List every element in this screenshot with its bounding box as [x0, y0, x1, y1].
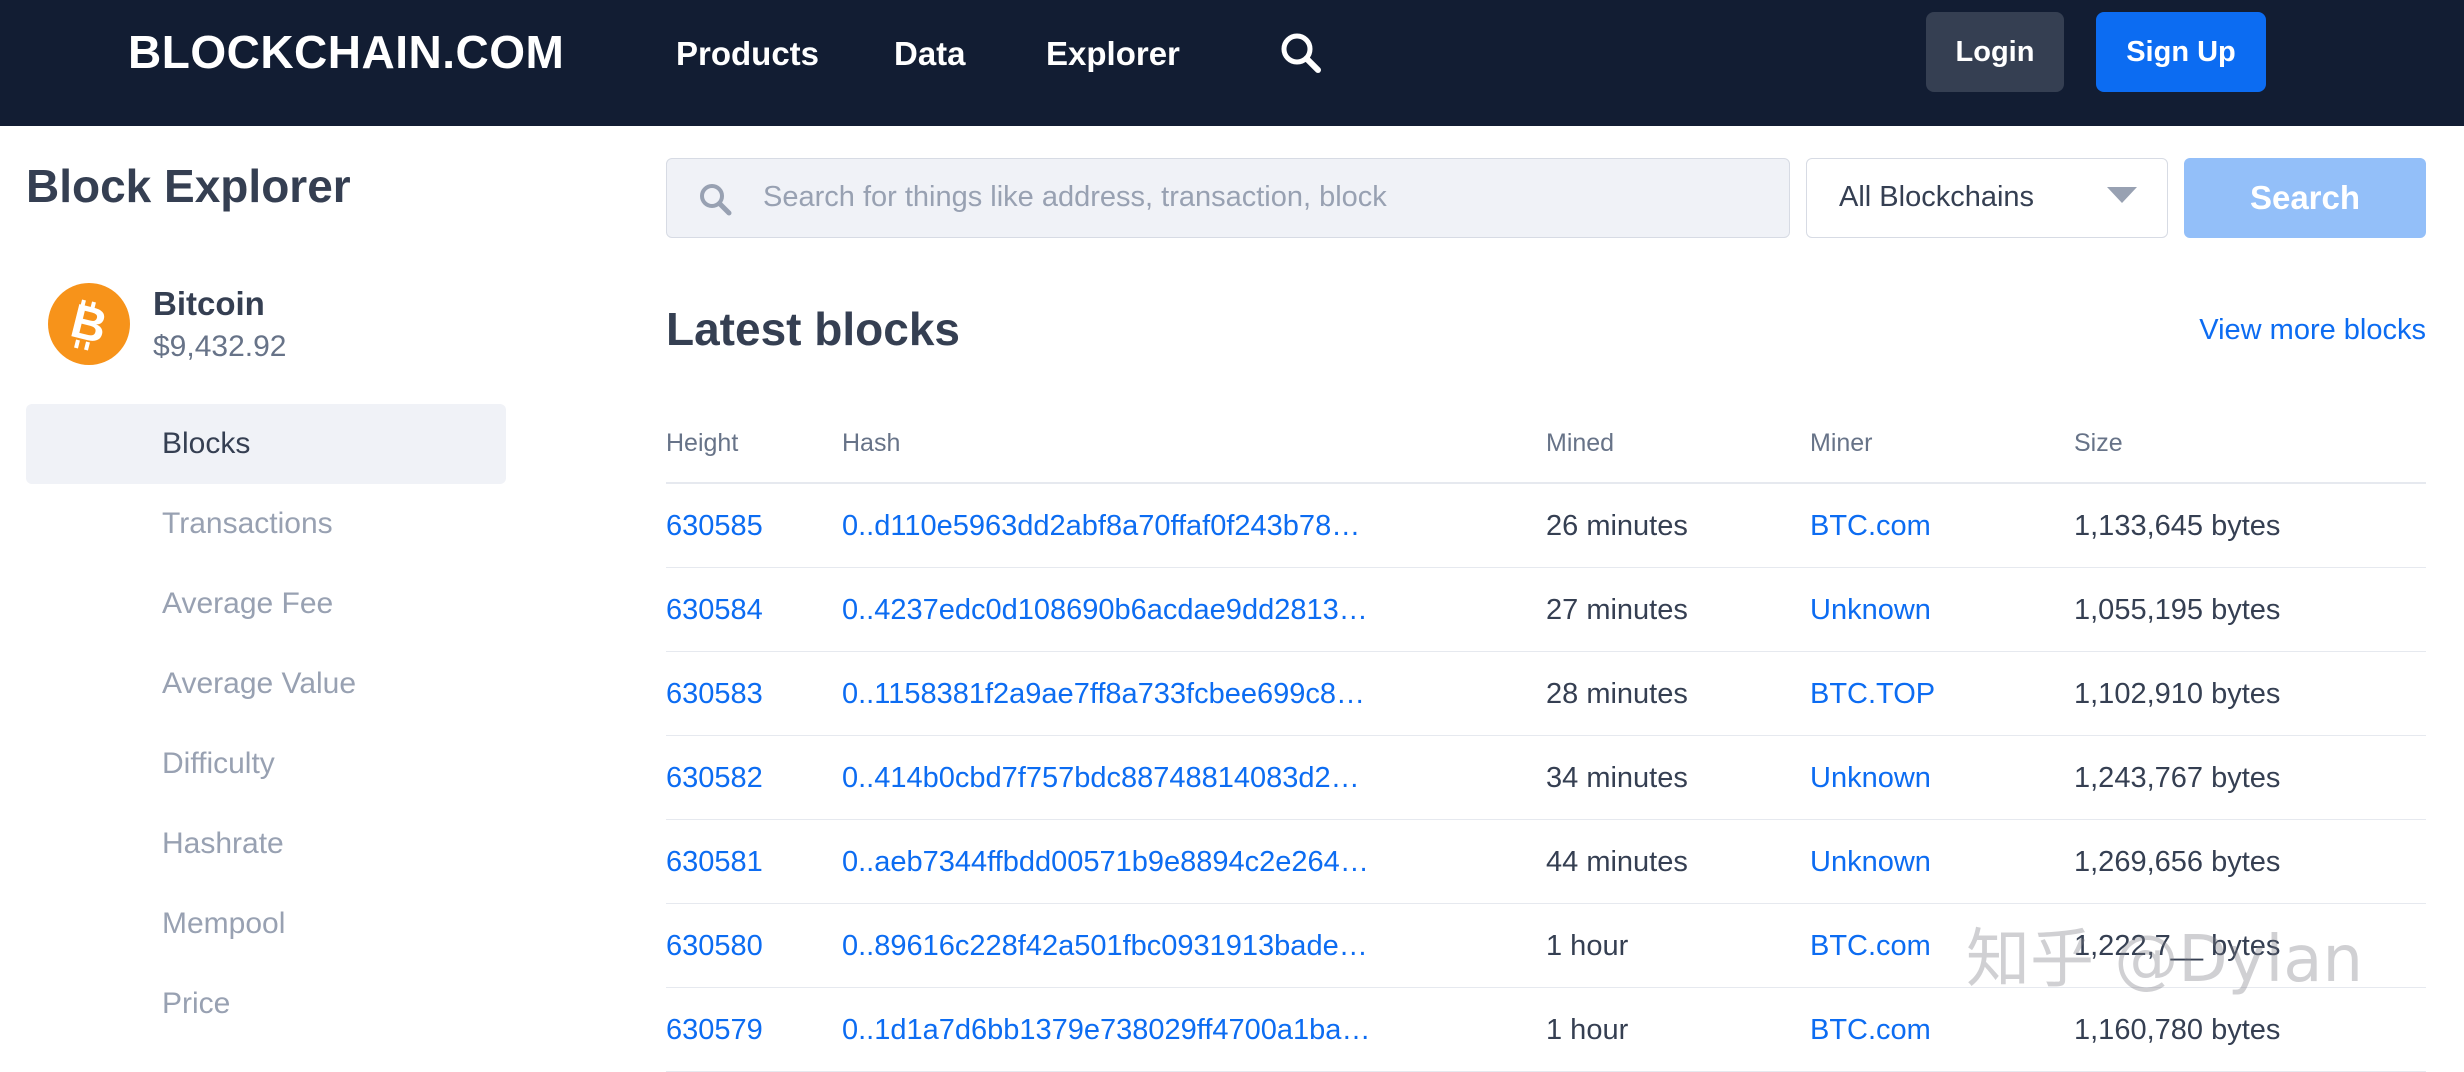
column-header-size: Size [2074, 429, 2123, 457]
sidebar-item-average-value[interactable]: Average Value [26, 644, 506, 724]
sidebar-item-blocks[interactable]: Blocks [26, 404, 506, 484]
nav-data[interactable]: Data [894, 32, 966, 76]
bitcoin-icon: B [48, 283, 130, 365]
block-mined-time: 1 hour [1546, 1014, 1629, 1046]
table-row: 630581 0..aeb7344ffbdd00571b9e8894c2e264… [666, 820, 2426, 904]
block-miner-link[interactable]: BTC.com [1810, 988, 2060, 1072]
sidebar-item-transactions[interactable]: Transactions [26, 484, 506, 564]
block-mined-time: 27 minutes [1546, 594, 1688, 626]
block-height-link[interactable]: 630579 [666, 988, 836, 1072]
coin-price: $9,432.92 [153, 330, 287, 363]
block-height-link[interactable]: 630582 [666, 736, 836, 820]
block-hash-link[interactable]: 0..1158381f2a9ae7ff8a733fcbee699c894a009… [842, 652, 1372, 736]
block-hash-link[interactable]: 0..414b0cbd7f757bdc88748814083d223ca986e… [842, 736, 1372, 820]
block-mined-time: 1 hour [1546, 930, 1629, 962]
search-input[interactable] [763, 159, 1763, 236]
block-miner-link[interactable]: Unknown [1810, 820, 2060, 904]
top-navbar: BLOCKCHAIN.COM Products Data Explorer Lo… [0, 0, 2464, 126]
watermark: 知乎 @Dylan [1966, 923, 2364, 997]
block-hash-link[interactable]: 0..89616c228f42a501fbc0931913bade9992025… [842, 904, 1372, 988]
column-header-miner: Miner [1810, 429, 1873, 457]
block-height-link[interactable]: 630585 [666, 484, 836, 568]
table-row: 630583 0..1158381f2a9ae7ff8a733fcbee699c… [666, 652, 2426, 736]
column-header-hash: Hash [842, 429, 901, 457]
blockchain-select[interactable]: All Blockchains [1806, 158, 2168, 238]
block-miner-link[interactable]: BTC.com [1810, 484, 2060, 568]
nav-explorer[interactable]: Explorer [1046, 32, 1180, 76]
nav-products[interactable]: Products [676, 32, 819, 76]
block-height-link[interactable]: 630583 [666, 652, 836, 736]
table-row: 630584 0..4237edc0d108690b6acdae9dd28134… [666, 568, 2426, 652]
block-miner-link[interactable]: Unknown [1810, 568, 2060, 652]
block-hash-link[interactable]: 0..aeb7344ffbdd00571b9e8894c2e264c1f8e45… [842, 820, 1372, 904]
blockchain-select-value: All Blockchains [1839, 181, 2035, 213]
sidebar-item-average-fee[interactable]: Average Fee [26, 564, 506, 644]
table-row: 630585 0..d110e5963dd2abf8a70ffaf0f243b7… [666, 484, 2426, 568]
search-icon[interactable] [1278, 30, 1324, 76]
block-hash-link[interactable]: 0..4237edc0d108690b6acdae9dd28134aac5125… [842, 568, 1372, 652]
block-size: 1,055,195 bytes [2074, 594, 2281, 626]
sidebar-item-hashrate[interactable]: Hashrate [26, 804, 506, 884]
view-more-blocks-link[interactable]: View more blocks [2199, 312, 2426, 348]
block-hash-link[interactable]: 0..d110e5963dd2abf8a70ffaf0f243b78e686b2… [842, 484, 1372, 568]
table-row: 630579 0..1d1a7d6bb1379e738029ff4700a1ba… [666, 988, 2426, 1072]
table-row: 630582 0..414b0cbd7f757bdc88748814083d22… [666, 736, 2426, 820]
sidebar-title: Block Explorer [26, 160, 351, 212]
sidebar-item-mempool[interactable]: Mempool [26, 884, 506, 964]
sidebar-item-difficulty[interactable]: Difficulty [26, 724, 506, 804]
sidebar-item-price[interactable]: Price [26, 964, 506, 1044]
block-mined-time: 34 minutes [1546, 762, 1688, 794]
block-miner-link[interactable]: Unknown [1810, 736, 2060, 820]
section-title: Latest blocks [666, 303, 960, 355]
block-height-link[interactable]: 630584 [666, 568, 836, 652]
chevron-down-icon [2107, 187, 2137, 203]
coin-name: Bitcoin [153, 285, 265, 322]
site-logo[interactable]: BLOCKCHAIN.COM [128, 24, 564, 80]
block-miner-link[interactable]: BTC.TOP [1810, 652, 2060, 736]
login-button[interactable]: Login [1926, 12, 2064, 92]
search-icon [697, 181, 733, 217]
block-size: 1,269,656 bytes [2074, 846, 2281, 878]
block-size: 1,243,767 bytes [2074, 762, 2281, 794]
block-height-link[interactable]: 630581 [666, 820, 836, 904]
block-height-link[interactable]: 630580 [666, 904, 836, 988]
column-header-height: Height [666, 429, 739, 457]
block-mined-time: 44 minutes [1546, 846, 1688, 878]
block-size: 1,133,645 bytes [2074, 510, 2281, 542]
block-size: 1,160,780 bytes [2074, 1014, 2281, 1046]
block-mined-time: 28 minutes [1546, 678, 1688, 710]
block-mined-time: 26 minutes [1546, 510, 1688, 542]
column-header-mined: Mined [1546, 429, 1615, 457]
signup-button[interactable]: Sign Up [2096, 12, 2266, 92]
block-hash-link[interactable]: 0..1d1a7d6bb1379e738029ff4700a1ba7bcf954… [842, 988, 1372, 1072]
block-size: 1,102,910 bytes [2074, 678, 2281, 710]
search-button[interactable]: Search [2184, 158, 2426, 238]
search-box [666, 158, 1790, 238]
